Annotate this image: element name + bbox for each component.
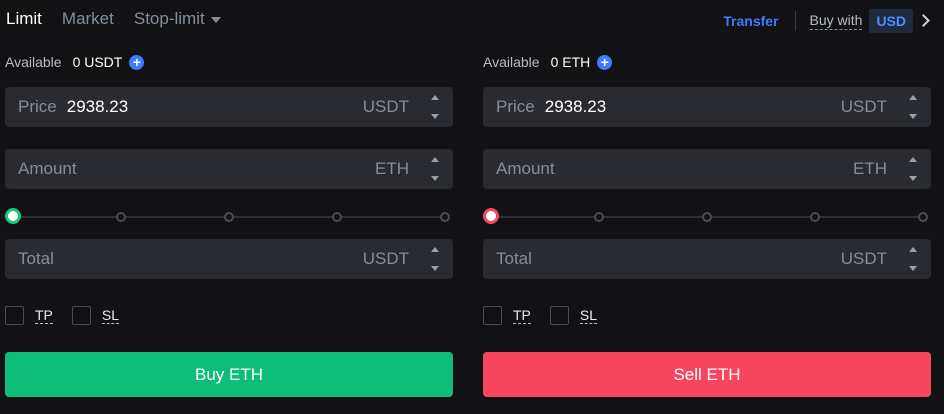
buy-price-input[interactable] (66, 97, 363, 117)
slider-mark-75[interactable] (332, 212, 342, 222)
caret-up-icon[interactable] (431, 247, 439, 252)
total-label: Total (18, 249, 54, 268)
sell-available: Available 0 ETH + (483, 54, 613, 70)
slider-mark-100[interactable] (440, 212, 450, 222)
caret-down-icon[interactable] (431, 176, 439, 181)
buy-total-input[interactable] (63, 249, 363, 269)
total-label: Total (496, 249, 532, 268)
caret-up-icon[interactable] (909, 247, 917, 252)
tp-label[interactable]: TP (513, 307, 531, 324)
plus-circle-icon[interactable]: + (597, 54, 613, 70)
caret-up-icon[interactable] (431, 95, 439, 100)
slider-mark-25[interactable] (594, 212, 604, 222)
tp-checkbox[interactable] (5, 306, 24, 325)
caret-up-icon[interactable] (909, 157, 917, 162)
sell-button[interactable]: Sell ETH (483, 352, 931, 397)
caret-down-icon[interactable] (909, 114, 917, 119)
total-stepper (909, 245, 919, 273)
sell-percent-slider[interactable] (483, 207, 931, 227)
slider-mark-25[interactable] (116, 212, 126, 222)
caret-down-icon[interactable] (431, 114, 439, 119)
amount-unit: ETH (375, 159, 409, 178)
amount-unit: ETH (853, 159, 887, 178)
slider-mark-50[interactable] (702, 212, 712, 222)
buy-percent-slider[interactable] (5, 207, 453, 227)
available-label: Available (5, 54, 62, 70)
sl-label[interactable]: SL (579, 307, 598, 324)
amount-stepper (909, 155, 919, 183)
buy-tp-sl: TP SL (5, 306, 120, 325)
amount-stepper (431, 155, 441, 183)
price-unit: USDT (362, 97, 409, 116)
slider-thumb[interactable] (5, 208, 21, 224)
sell-price-field[interactable]: Price USDT (483, 87, 931, 127)
slider-mark-50[interactable] (224, 212, 234, 222)
slider-mark-100[interactable] (918, 212, 928, 222)
available-balance: 0 ETH (550, 54, 591, 70)
tp-label[interactable]: TP (35, 307, 53, 324)
buy-amount-input[interactable] (86, 159, 375, 179)
sell-panel: Available 0 ETH + Price USDT Amount ETH … (483, 0, 931, 414)
available-label: Available (483, 54, 540, 70)
sl-label[interactable]: SL (101, 307, 120, 324)
slider-mark-75[interactable] (810, 212, 820, 222)
price-stepper (909, 93, 919, 121)
price-label: Price (496, 97, 535, 116)
sell-amount-field[interactable]: Amount ETH (483, 149, 931, 189)
caret-up-icon[interactable] (909, 95, 917, 100)
buy-panel: Available 0 USDT + Price USDT Amount ETH… (5, 0, 453, 414)
sl-checkbox[interactable] (71, 306, 91, 325)
sl-checkbox[interactable] (549, 306, 569, 325)
tp-checkbox[interactable] (483, 306, 502, 325)
sell-total-field[interactable]: Total USDT (483, 239, 931, 279)
amount-label: Amount (18, 159, 77, 178)
amount-label: Amount (496, 159, 555, 178)
price-stepper (431, 93, 441, 121)
buy-total-field[interactable]: Total USDT (5, 239, 453, 279)
total-unit: USDT (840, 249, 887, 268)
price-unit: USDT (840, 97, 887, 116)
sell-price-input[interactable] (544, 97, 841, 117)
total-stepper (431, 245, 441, 273)
slider-thumb[interactable] (483, 208, 499, 224)
sell-total-input[interactable] (541, 249, 841, 269)
total-unit: USDT (362, 249, 409, 268)
price-label: Price (18, 97, 57, 116)
sell-tp-sl: TP SL (483, 306, 598, 325)
plus-circle-icon[interactable]: + (129, 54, 145, 70)
caret-down-icon[interactable] (431, 266, 439, 271)
sell-amount-input[interactable] (564, 159, 853, 179)
buy-price-field[interactable]: Price USDT (5, 87, 453, 127)
buy-button[interactable]: Buy ETH (5, 352, 453, 397)
buy-available: Available 0 USDT + (5, 54, 145, 70)
buy-amount-field[interactable]: Amount ETH (5, 149, 453, 189)
caret-up-icon[interactable] (431, 157, 439, 162)
caret-down-icon[interactable] (909, 176, 917, 181)
available-balance: 0 USDT (72, 54, 123, 70)
caret-down-icon[interactable] (909, 266, 917, 271)
